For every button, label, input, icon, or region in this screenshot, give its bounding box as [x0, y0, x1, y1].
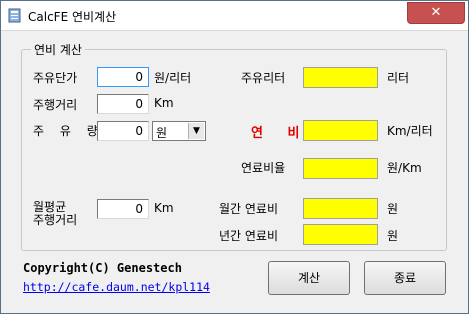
fuel-liters-label: 주유리터	[241, 71, 286, 85]
fuel-ratio-label: 연료비율	[241, 161, 286, 175]
fuel-price-label: 주유단가	[33, 71, 78, 85]
exit-button[interactable]: 종료	[364, 261, 446, 295]
monthly-cost-output	[303, 198, 378, 219]
monthly-cost-unit: 원	[387, 202, 399, 216]
group-label: 연비 계산	[31, 41, 85, 58]
chevron-down-icon[interactable]: ▼	[188, 123, 204, 139]
window-title: CalcFE 연비계산	[28, 10, 117, 24]
fuel-amount-label: 주 유 량	[33, 124, 104, 138]
yearly-cost-unit: 원	[387, 229, 399, 243]
fuel-price-unit: 원/리터	[154, 71, 192, 85]
fuel-price-input[interactable]: 0	[97, 67, 149, 87]
fuel-liters-output	[303, 67, 378, 88]
cafe-link[interactable]: http://cafe.daum.net/kpl114	[23, 280, 210, 294]
monthly-distance-input[interactable]: 0	[97, 199, 149, 219]
title-bar: CalcFE 연비계산 ✕	[1, 1, 468, 31]
fuel-amount-unit-select[interactable]: 원 ▼	[152, 121, 206, 141]
efficiency-output	[303, 120, 378, 141]
close-button[interactable]: ✕	[407, 2, 465, 24]
fuel-liters-unit: 리터	[387, 71, 410, 85]
distance-label: 주행거리	[33, 98, 78, 112]
calc-group-box	[21, 49, 447, 251]
fuel-ratio-output	[303, 158, 378, 179]
monthly-distance-unit: Km	[154, 201, 174, 215]
select-value: 원	[156, 126, 168, 140]
copyright-text: Copyright(C) Genestech	[23, 261, 182, 275]
efficiency-unit: Km/리터	[387, 124, 433, 138]
app-window: CalcFE 연비계산 ✕ 연비 계산 주유단가 0 원/리터 주행거리 0 K…	[0, 0, 469, 314]
calculate-button[interactable]: 계산	[268, 261, 350, 295]
distance-unit: Km	[154, 96, 174, 110]
fuel-ratio-unit: 원/Km	[387, 161, 422, 175]
monthly-cost-label: 월간 연료비	[219, 202, 279, 216]
efficiency-label: 연 비	[251, 126, 310, 141]
yearly-cost-output	[303, 224, 378, 245]
monthly-distance-label-2: 주행거리	[33, 213, 78, 227]
close-icon: ✕	[430, 5, 442, 20]
distance-input[interactable]: 0	[97, 94, 149, 114]
app-icon	[8, 8, 21, 23]
fuel-amount-input[interactable]: 0	[97, 121, 149, 141]
yearly-cost-label: 년간 연료비	[219, 229, 279, 243]
